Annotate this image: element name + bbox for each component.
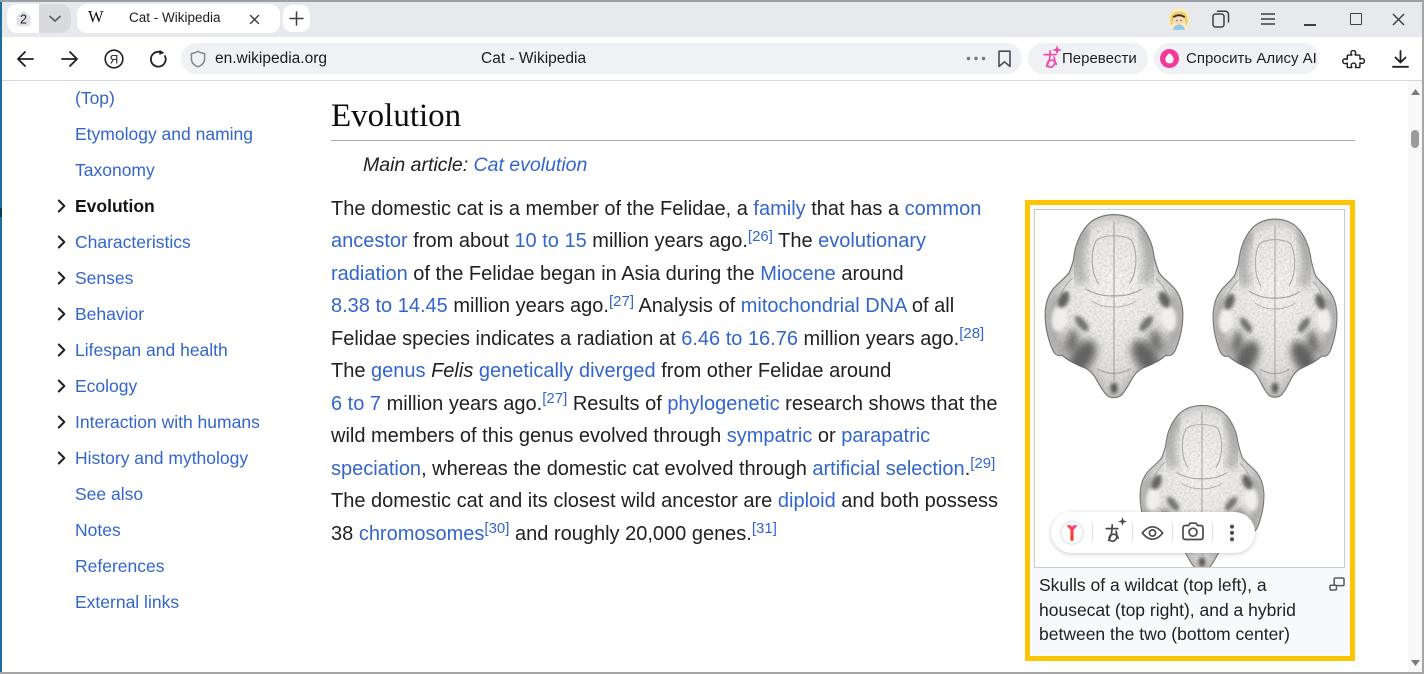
svg-text:Я: Я (110, 53, 119, 67)
svg-text:2: 2 (20, 12, 27, 26)
